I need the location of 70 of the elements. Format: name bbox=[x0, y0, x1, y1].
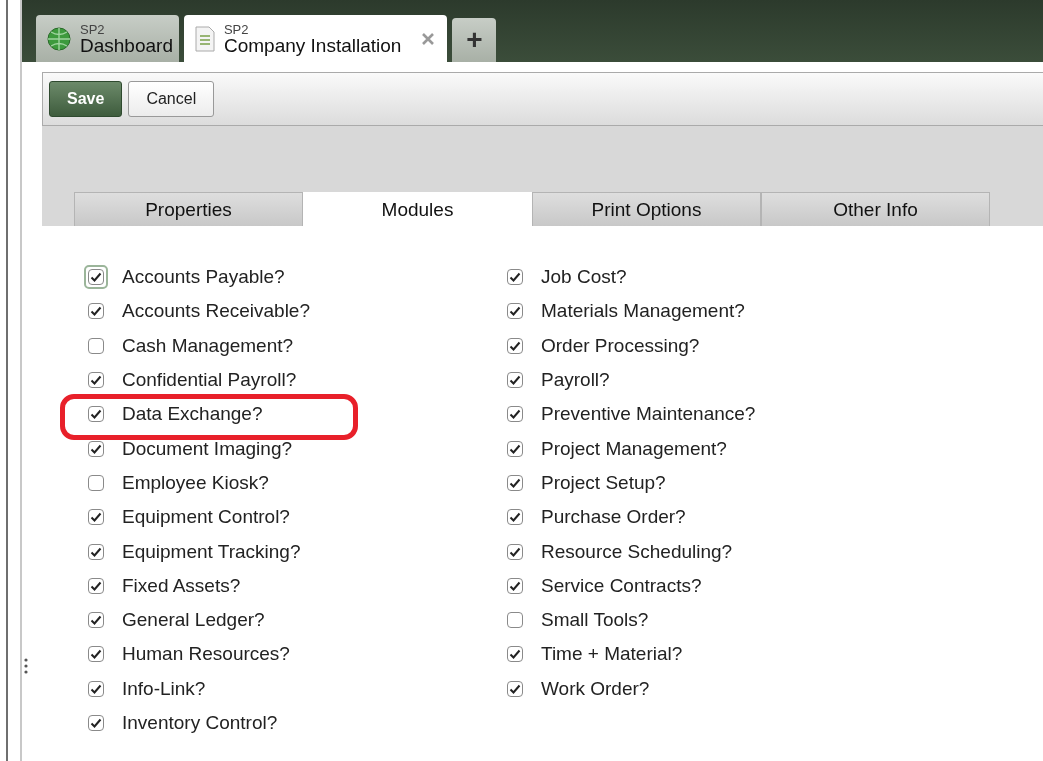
checkbox-label: Materials Management? bbox=[541, 300, 745, 323]
checkbox[interactable] bbox=[507, 372, 523, 389]
checkbox[interactable] bbox=[88, 440, 104, 457]
globe-icon bbox=[46, 25, 72, 52]
checkbox-label: Job Cost? bbox=[541, 266, 627, 289]
save-button[interactable]: Save bbox=[49, 81, 123, 117]
tab-subtitle: SP2 bbox=[223, 22, 250, 36]
checkbox-label: Service Contracts? bbox=[541, 574, 702, 597]
checkbox-label: Employee Kiosk? bbox=[122, 471, 269, 494]
tab[interactable]: Print Options bbox=[532, 192, 761, 226]
checkbox[interactable] bbox=[507, 543, 523, 560]
checkbox-label: Resource Scheduling? bbox=[541, 540, 733, 563]
checkbox-label: Data Exchange? bbox=[122, 403, 263, 426]
close-icon[interactable] bbox=[421, 31, 436, 46]
document-tab[interactable]: SP2 Dashboard bbox=[36, 15, 179, 62]
checkbox[interactable] bbox=[507, 680, 523, 697]
checkbox[interactable] bbox=[507, 577, 523, 594]
checkbox-label: Project Setup? bbox=[541, 471, 666, 494]
checkbox-label: Payroll? bbox=[541, 369, 610, 392]
checkbox-label: Confidential Payroll? bbox=[122, 369, 297, 392]
checkbox-label: Small Tools? bbox=[541, 609, 649, 632]
checkbox[interactable] bbox=[507, 406, 523, 423]
checkbox[interactable] bbox=[88, 577, 104, 594]
tab-title: Company Installation bbox=[223, 35, 402, 55]
checkbox[interactable] bbox=[507, 474, 523, 491]
checkbox-label: General Ledger? bbox=[122, 609, 265, 632]
checkbox[interactable] bbox=[88, 612, 104, 629]
checkbox-label: Accounts Payable? bbox=[122, 266, 285, 289]
tab-title: Dashboard bbox=[80, 35, 173, 55]
checkbox[interactable] bbox=[88, 543, 104, 560]
checkbox-label: Fixed Assets? bbox=[122, 574, 241, 597]
checkbox-label: Project Management? bbox=[541, 437, 727, 460]
checkbox-label: Purchase Order? bbox=[541, 506, 686, 529]
checkbox-label: Human Resources? bbox=[122, 643, 290, 666]
checkbox[interactable] bbox=[507, 269, 523, 286]
checkbox-label: Work Order? bbox=[541, 677, 650, 700]
checkbox-label: Accounts Receivable? bbox=[122, 300, 310, 323]
checkbox[interactable] bbox=[507, 440, 523, 457]
checkbox-label: Preventive Maintenance? bbox=[541, 403, 756, 426]
checkbox-label: Order Processing? bbox=[541, 334, 700, 357]
checkbox[interactable] bbox=[507, 337, 523, 354]
document-icon bbox=[193, 25, 216, 52]
checkbox[interactable] bbox=[88, 474, 104, 491]
checkbox[interactable] bbox=[507, 646, 523, 663]
tab-subtitle: SP2 bbox=[80, 22, 106, 36]
tab[interactable]: Modules bbox=[303, 192, 532, 226]
checkbox[interactable] bbox=[88, 680, 104, 697]
checkbox-label: Time + Material? bbox=[541, 643, 683, 666]
checkbox[interactable] bbox=[88, 303, 104, 320]
checkbox[interactable] bbox=[88, 509, 104, 526]
checkbox[interactable] bbox=[88, 406, 104, 423]
new-tab-button[interactable]: + bbox=[452, 18, 497, 62]
tab[interactable]: Other Info bbox=[761, 192, 990, 226]
checkbox-label: Cash Management? bbox=[122, 334, 294, 357]
checkbox[interactable] bbox=[507, 509, 523, 526]
checkbox[interactable] bbox=[88, 372, 104, 389]
drag-handle-icon[interactable] bbox=[24, 658, 28, 674]
checkbox[interactable] bbox=[507, 612, 523, 629]
checkbox-label: Inventory Control? bbox=[122, 712, 278, 734]
checkbox-label: Document Imaging? bbox=[122, 437, 293, 460]
checkbox-label: Info-Link? bbox=[122, 677, 206, 700]
document-tab[interactable]: SP2 Company Installation bbox=[183, 15, 448, 62]
checkbox[interactable] bbox=[88, 337, 104, 354]
cancel-button[interactable]: Cancel bbox=[128, 81, 215, 117]
checkbox-label: Equipment Control? bbox=[122, 506, 290, 529]
checkbox-label: Equipment Tracking? bbox=[122, 540, 301, 563]
checkbox[interactable] bbox=[88, 646, 104, 663]
tab[interactable]: Properties bbox=[74, 192, 303, 226]
checkbox[interactable] bbox=[507, 303, 523, 320]
checkbox[interactable] bbox=[88, 715, 104, 731]
